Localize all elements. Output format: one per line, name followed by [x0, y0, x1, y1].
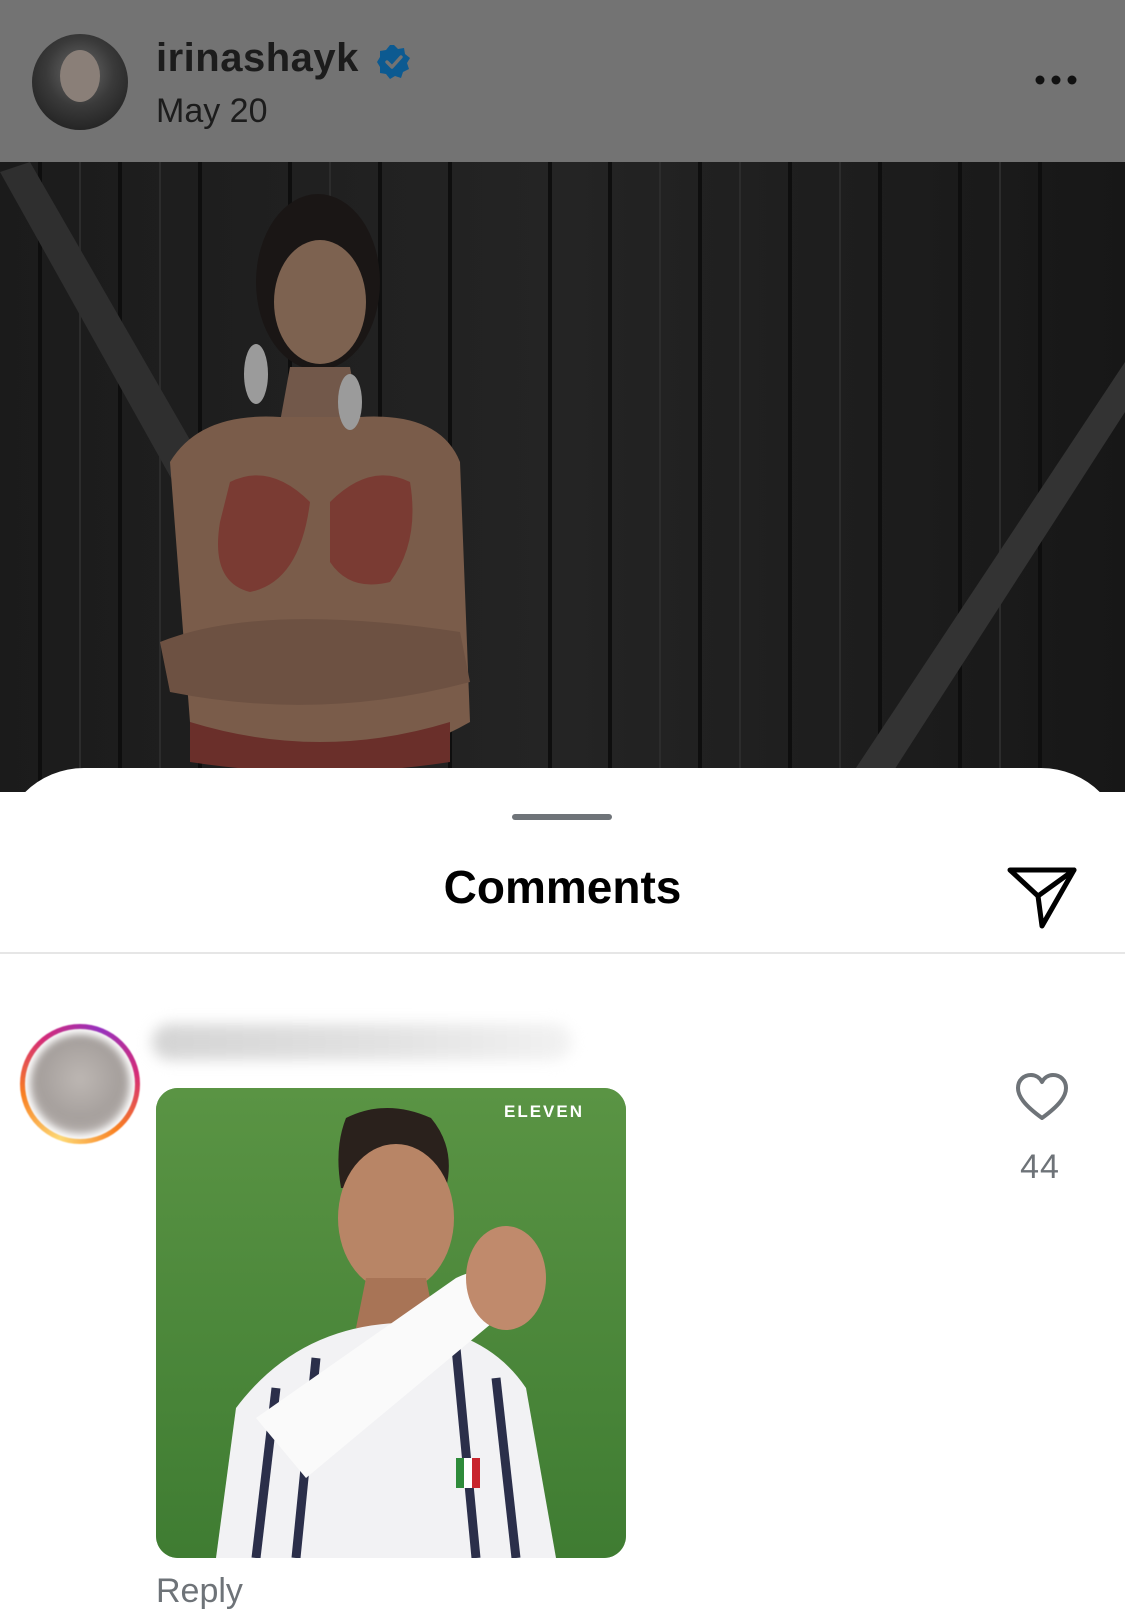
more-options-icon[interactable]: [1030, 60, 1090, 100]
paper-plane-icon[interactable]: [1002, 852, 1082, 932]
post-author-avatar[interactable]: [32, 34, 128, 130]
sheet-divider: [0, 952, 1125, 954]
comment-gif[interactable]: ELEVEN: [156, 1088, 626, 1558]
heart-outline-icon[interactable]: [1014, 1070, 1070, 1126]
post-header: irinashayk May 20: [0, 0, 1125, 162]
avatar-face-shape: [60, 50, 100, 102]
commenter-username-redacted[interactable]: [152, 1024, 572, 1060]
like-count: 44: [1020, 1148, 1060, 1186]
commenter-avatar-photo-blurred: [30, 1034, 130, 1134]
post-photo-image: [0, 162, 1125, 792]
sheet-drag-handle[interactable]: [512, 814, 612, 820]
comments-sheet: Comments ELEVEN 44 Reply: [0, 768, 1125, 1623]
post-photo[interactable]: [0, 162, 1125, 792]
post-date: May 20: [156, 92, 268, 130]
verified-badge-icon: [377, 45, 410, 79]
gif-watermark: ELEVEN: [504, 1102, 585, 1121]
gif-image: [156, 1088, 626, 1558]
post-username[interactable]: irinashayk: [156, 36, 359, 81]
commenter-avatar[interactable]: [20, 1024, 140, 1144]
comments-title: Comments: [443, 861, 682, 913]
reply-button[interactable]: Reply: [156, 1572, 243, 1611]
